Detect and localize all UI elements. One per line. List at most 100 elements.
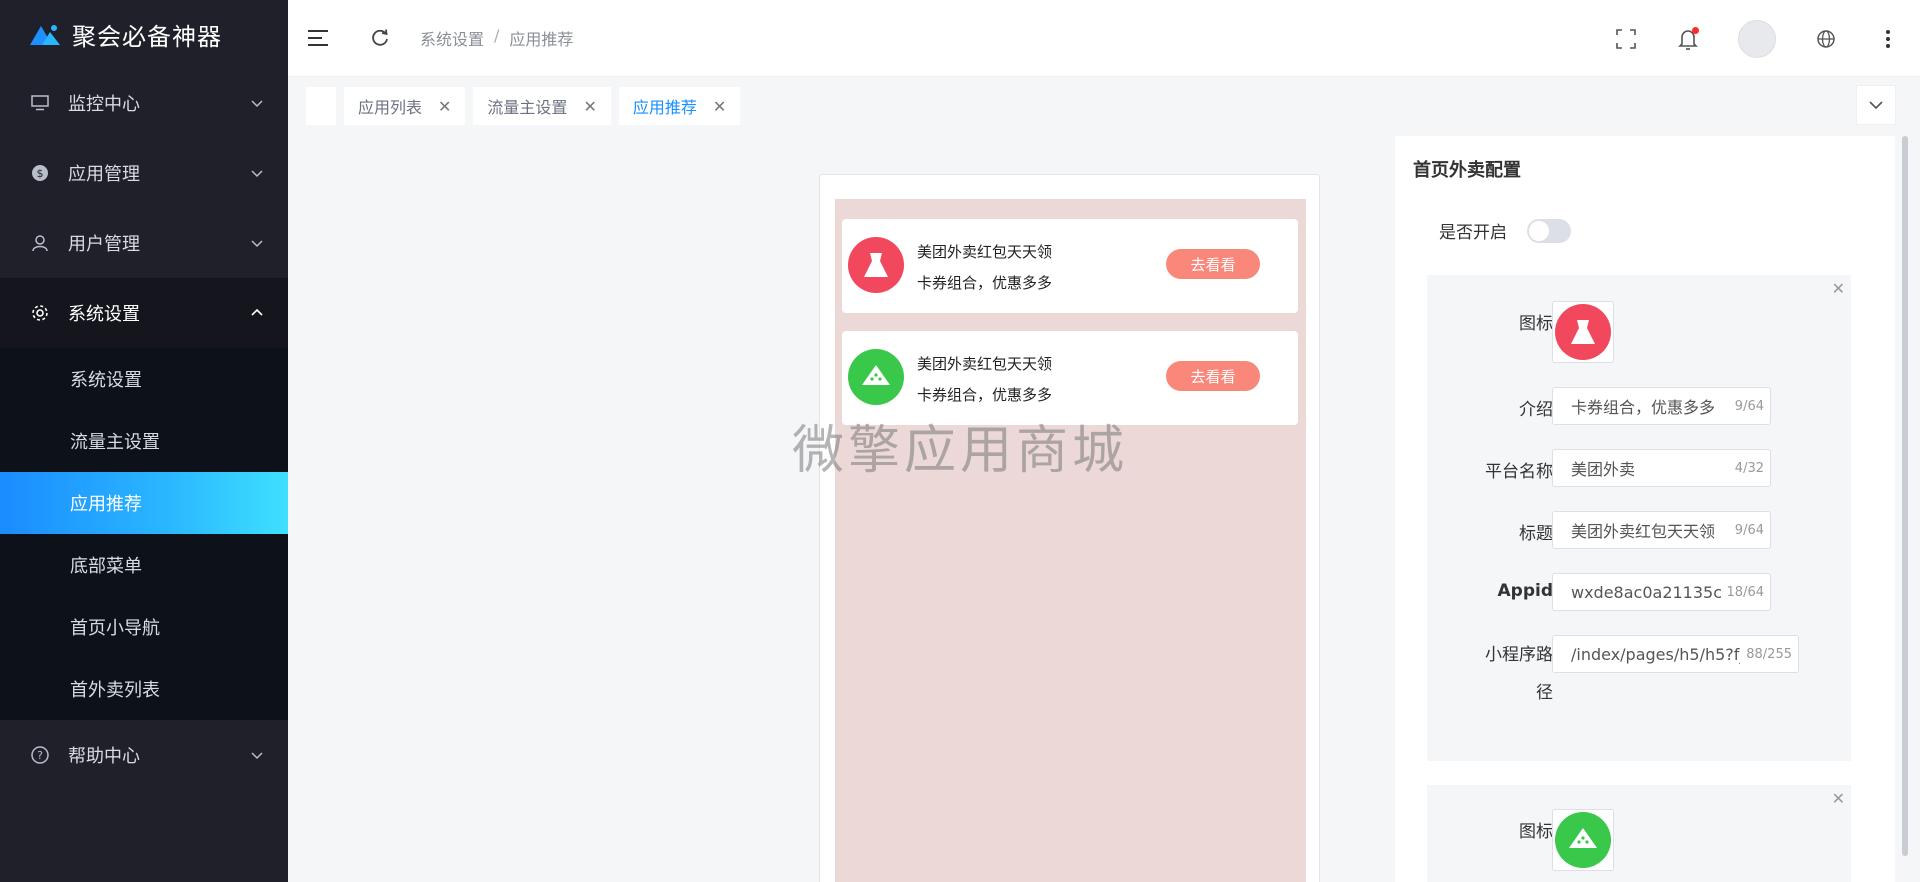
input-value: 美团外卖红包天天领: [1571, 522, 1716, 541]
sidebar-item-home-nav[interactable]: 首页小导航: [0, 596, 288, 658]
field-label: 标题: [1519, 524, 1553, 544]
card-desc: 卡券组合，优惠多多: [917, 274, 1053, 292]
gear-icon: [30, 303, 50, 323]
preview-card[interactable]: 美团外卖红包天天领 卡券组合，优惠多多 去看看: [842, 331, 1298, 425]
enable-switch[interactable]: [1527, 218, 1571, 243]
tab-label: 应用列表: [358, 98, 423, 117]
chevron-down-icon: [251, 170, 263, 178]
config-item-1: ✕ 图标 介绍 卡券组合，优惠多多 9/64 平台名称 美团外卖 4/32 标题…: [1427, 275, 1851, 761]
field-label: 介绍: [1519, 400, 1553, 420]
svg-text:$: $: [37, 167, 44, 180]
header-actions: [1614, 0, 1900, 77]
sidebar-group-settings[interactable]: 系统设置: [0, 278, 288, 348]
tabs-dropdown-button[interactable]: [1856, 85, 1896, 125]
notification-bell-icon[interactable]: [1676, 26, 1700, 51]
app-logo[interactable]: 聚会必备神器: [0, 0, 288, 68]
dollar-circle-icon: $: [30, 163, 50, 183]
tab-traffic-settings[interactable]: 流量主设置 ✕: [473, 87, 611, 125]
sidebar-item-bottom-menu[interactable]: 底部菜单: [0, 534, 288, 596]
sidebar-item-label: 底部菜单: [70, 556, 142, 577]
chevron-down-icon: [251, 100, 263, 108]
title-input[interactable]: 美团外卖红包天天领 9/64: [1552, 511, 1771, 549]
menu-toggle-icon[interactable]: [306, 26, 330, 50]
char-count: 18/64: [1726, 584, 1764, 600]
icon-upload[interactable]: [1552, 809, 1614, 871]
tab-home[interactable]: [306, 87, 336, 125]
input-value: 美团外卖: [1571, 460, 1636, 479]
user-icon: [30, 233, 50, 253]
appid-row: Appid wxde8ac0a21135c0 18/64: [1427, 573, 1851, 611]
close-icon[interactable]: ✕: [1832, 279, 1845, 298]
tab-app-recommend[interactable]: 应用推荐 ✕: [618, 87, 741, 125]
chevron-up-icon: [251, 308, 263, 316]
tabs-bar: 应用列表 ✕ 流量主设置 ✕ 应用推荐 ✕: [288, 77, 1920, 135]
chevron-down-icon: [251, 752, 263, 760]
close-icon[interactable]: ✕: [713, 97, 726, 116]
sidebar-group-label: 用户管理: [68, 234, 140, 255]
icon-upload[interactable]: [1552, 301, 1614, 363]
phone-preview: 美团外卖红包天天领 卡券组合，优惠多多 去看看 美团外卖红包天天领 卡券组合，优…: [819, 174, 1320, 882]
intro-row: 介绍 卡券组合，优惠多多 9/64: [1427, 387, 1851, 425]
settings-submenu: 系统设置 流量主设置 应用推荐 底部菜单 首页小导航 首外卖列表: [0, 348, 288, 720]
title-row: 标题 美团外卖红包天天领 9/64: [1427, 511, 1851, 549]
field-label: 径: [1536, 683, 1553, 703]
sidebar-group-help[interactable]: ? 帮助中心: [0, 720, 288, 790]
help-circle-icon: ?: [30, 745, 50, 765]
char-count: 9/64: [1734, 398, 1764, 414]
card-title: 美团外卖红包天天领: [917, 243, 1053, 261]
language-globe-icon[interactable]: [1814, 27, 1838, 51]
more-vertical-icon[interactable]: [1876, 27, 1900, 51]
notification-dot: [1692, 26, 1699, 34]
switch-knob: [1529, 220, 1549, 241]
close-icon[interactable]: ✕: [438, 97, 451, 116]
panel-scrollbar[interactable]: [1902, 136, 1908, 856]
input-value: /index/pages/h5/h5?f_us: [1571, 644, 1740, 664]
sidebar-item-traffic-settings[interactable]: 流量主设置: [0, 410, 288, 472]
card-desc: 卡券组合，优惠多多: [917, 386, 1053, 404]
icon-row: 图标: [1427, 301, 1851, 363]
breadcrumb-separator: /: [494, 26, 500, 45]
appid-input[interactable]: wxde8ac0a21135c0 18/64: [1552, 573, 1771, 611]
chevron-down-icon: [251, 240, 263, 248]
app-title: 聚会必备神器: [72, 22, 222, 51]
watermelon-icon: [1555, 812, 1611, 868]
input-value: wxde8ac0a21135c0: [1571, 582, 1721, 602]
sidebar-item-system-settings[interactable]: 系统设置: [0, 348, 288, 410]
char-count: 88/255: [1746, 646, 1792, 662]
close-icon[interactable]: ✕: [583, 97, 596, 116]
sidebar-item-app-recommend[interactable]: 应用推荐: [0, 472, 288, 534]
sidebar-group-label: 帮助中心: [68, 746, 140, 767]
sidebar-group-monitor[interactable]: 监控中心: [0, 68, 288, 138]
sidebar-group-label: 监控中心: [68, 94, 140, 115]
intro-input[interactable]: 卡券组合，优惠多多 9/64: [1552, 387, 1771, 425]
go-see-button[interactable]: 去看看: [1166, 249, 1260, 279]
monitor-icon: [30, 93, 50, 113]
config-panel: 首页外卖配置 是否开启 ✕ 图标 介绍 卡券组合，优惠多多 9/64 平台名称 …: [1395, 136, 1895, 882]
path-input[interactable]: /index/pages/h5/h5?f_us 88/255: [1552, 635, 1799, 673]
sidebar-item-label: 系统设置: [70, 370, 142, 391]
fullscreen-icon[interactable]: [1614, 27, 1638, 51]
sidebar-group-users[interactable]: 用户管理: [0, 208, 288, 278]
config-item-2: ✕ 图标: [1427, 785, 1851, 882]
top-header: 系统设置 / 应用推荐: [288, 0, 1920, 77]
input-value: 卡券组合，优惠多多: [1571, 398, 1716, 417]
tab-app-list[interactable]: 应用列表 ✕: [344, 87, 466, 125]
dress-icon: [848, 237, 904, 293]
avatar[interactable]: [1738, 19, 1776, 58]
platform-input[interactable]: 美团外卖 4/32: [1552, 449, 1771, 487]
preview-canvas: 美团外卖红包天天领 卡券组合，优惠多多 去看看 美团外卖红包天天领 卡券组合，优…: [835, 199, 1306, 882]
chevron-down-icon: [1869, 101, 1883, 110]
refresh-icon[interactable]: [368, 26, 392, 50]
breadcrumb-item[interactable]: 系统设置: [420, 26, 484, 50]
icon-row: 图标: [1427, 809, 1851, 871]
sidebar-item-takeout-list[interactable]: 首外卖列表: [0, 658, 288, 720]
close-icon[interactable]: ✕: [1832, 789, 1845, 808]
svg-text:?: ?: [37, 749, 43, 762]
go-see-button[interactable]: 去看看: [1166, 361, 1260, 391]
sidebar-group-apps[interactable]: $ 应用管理: [0, 138, 288, 208]
preview-card[interactable]: 美团外卖红包天天领 卡券组合，优惠多多 去看看: [842, 219, 1298, 313]
sidebar-item-label: 流量主设置: [70, 432, 160, 453]
enable-label: 是否开启: [1439, 223, 1507, 243]
sidebar-group-label: 应用管理: [68, 164, 140, 185]
watermelon-icon: [848, 349, 904, 405]
